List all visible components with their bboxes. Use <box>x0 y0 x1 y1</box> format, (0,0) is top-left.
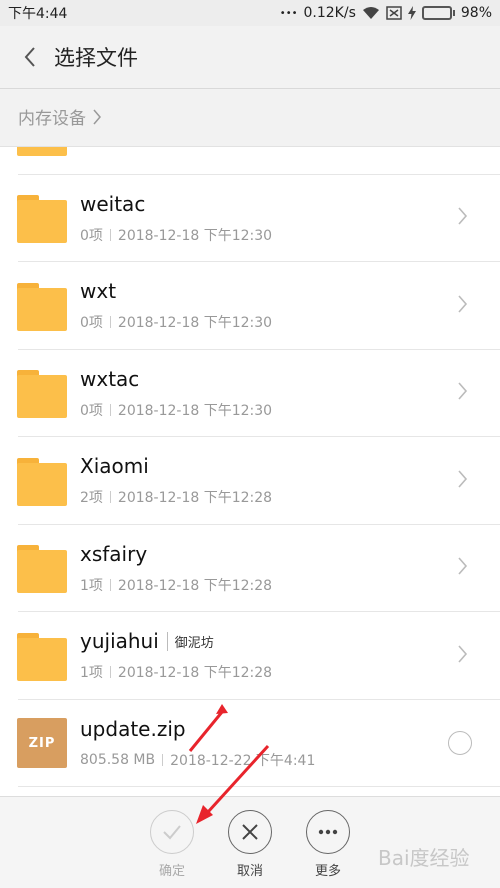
item-count: 1项 <box>80 665 103 682</box>
folder-icon <box>17 368 67 419</box>
item-count: 1项 <box>80 577 103 594</box>
chevron-right-icon <box>457 470 468 492</box>
item-date: 2018-12-18 下午12:30 <box>117 227 273 244</box>
folder-row[interactable]: Xiaomi 2项 2018-12-18 下午12:28 <box>0 437 500 525</box>
confirm-button[interactable]: 确定 <box>149 810 195 888</box>
item-date: 2018-12-18 下午12:30 <box>117 315 273 332</box>
folder-row[interactable]: wxtac 0项 2018-12-18 下午12:30 <box>0 350 500 438</box>
charging-icon <box>407 6 416 20</box>
back-button[interactable] <box>0 26 60 88</box>
status-icons: ••• 0.12K/s 98% <box>280 5 492 21</box>
select-radio[interactable] <box>448 731 472 756</box>
watermark: Bai度经验 <box>378 846 470 870</box>
folder-icon <box>17 456 67 506</box>
item-name: wxtac <box>80 366 140 391</box>
folder-row[interactable]: xsfairy 1项 2018-12-18 下午12:28 <box>0 525 500 613</box>
item-info: wxtac 0项 2018-12-18 下午12:30 <box>80 367 500 420</box>
item-info: yujiahui 御泥坊 1项 2018-12-18 下午12:28 <box>80 629 500 682</box>
item-meta: 0项 2018-12-18 下午12:30 <box>80 312 500 332</box>
folder-icon <box>17 147 67 156</box>
chevron-right-icon <box>457 295 468 317</box>
folder-row[interactable]: weitac 0项 2018-12-18 下午12:30 <box>0 175 500 263</box>
item-meta: 1项 2018-12-18 下午12:28 <box>80 662 500 682</box>
item-name: update.zip <box>80 716 186 741</box>
wifi-icon <box>362 7 379 19</box>
item-name: yujiahui <box>80 629 159 654</box>
back-chevron-icon <box>24 47 35 67</box>
battery-icon <box>421 6 455 20</box>
folder-icon <box>17 193 67 244</box>
status-bar: 下午4:44 ••• 0.12K/s 98% <box>0 0 500 26</box>
item-date: 2018-12-18 下午12:28 <box>117 665 273 682</box>
item-count: 0项 <box>80 402 103 419</box>
item-meta: 2项 2018-12-18 下午12:28 <box>80 487 500 507</box>
folder-tag: 御泥坊 <box>166 631 214 651</box>
cancel-button[interactable]: 取消 <box>227 810 273 888</box>
folder-icon <box>17 543 67 594</box>
chevron-right-icon <box>93 109 101 124</box>
item-meta: 805.58 MB 2018-12-22 下午4:41 <box>80 750 500 770</box>
network-speed: 0.12K/s <box>303 5 356 21</box>
folder-icon <box>17 631 67 681</box>
battery-percent: 98% <box>460 5 492 21</box>
item-count: 805.58 MB <box>80 751 156 768</box>
item-meta: 0项 2018-12-18 下午12:30 <box>80 225 500 245</box>
breadcrumb-label: 内存设备 <box>18 109 86 129</box>
header: 选择文件 <box>0 26 500 88</box>
item-name: xsfairy <box>80 541 148 566</box>
dots-icon: ••• <box>279 7 298 19</box>
item-meta: 1项 2018-12-18 下午12:28 <box>80 575 500 595</box>
item-name: weitac <box>80 191 146 216</box>
item-info: xsfairy 1项 2018-12-18 下午12:28 <box>80 542 500 595</box>
chevron-right-icon <box>457 207 468 229</box>
sim-icon <box>386 6 402 20</box>
close-icon <box>242 824 258 840</box>
cancel-circle <box>228 810 272 854</box>
file-row[interactable]: ZIP update.zip 805.58 MB 2018-12-22 下午4:… <box>0 700 500 788</box>
item-info: weitac 0项 2018-12-18 下午12:30 <box>80 192 500 245</box>
item-date: 2018-12-18 下午12:30 <box>117 402 273 419</box>
cancel-label: 取消 <box>236 864 263 879</box>
item-info: update.zip 805.58 MB 2018-12-22 下午4:41 <box>80 717 500 770</box>
item-date: 2018-12-22 下午4:41 <box>170 752 316 769</box>
item-info: Xiaomi 2项 2018-12-18 下午12:28 <box>80 454 500 507</box>
check-icon <box>163 825 181 840</box>
folder-icon <box>17 281 67 331</box>
confirm-circle <box>150 810 194 854</box>
file-list-items: 0项 2018-12-18 下午12:30 weitac 0项 2018-12-… <box>0 147 500 788</box>
page-title: 选择文件 <box>54 46 138 70</box>
file-list[interactable]: 0项 2018-12-18 下午12:30 weitac 0项 2018-12-… <box>0 146 500 796</box>
folder-row[interactable]: 0项 2018-12-18 下午12:30 <box>0 147 500 175</box>
status-time: 下午4:44 <box>8 6 68 22</box>
more-label: 更多 <box>314 864 341 879</box>
item-count: 2项 <box>80 490 103 507</box>
chevron-right-icon <box>457 557 468 579</box>
folder-row[interactable]: wxt 0项 2018-12-18 下午12:30 <box>0 262 500 350</box>
more-button[interactable]: 更多 <box>305 810 351 888</box>
confirm-label: 确定 <box>158 864 185 879</box>
more-circle <box>306 810 350 854</box>
item-meta: 0项 2018-12-18 下午12:30 <box>80 400 500 420</box>
zip-icon-text: ZIP <box>28 735 56 751</box>
header-divider <box>0 88 500 89</box>
item-date: 2018-12-18 下午12:28 <box>117 490 273 507</box>
more-dots-icon <box>318 829 338 835</box>
zip-file-icon: ZIP <box>17 718 67 769</box>
chevron-right-icon <box>457 645 468 667</box>
item-count: 0项 <box>80 315 103 332</box>
breadcrumb[interactable]: 内存设备 <box>18 104 102 129</box>
item-name: Xiaomi <box>80 454 149 479</box>
item-count: 0项 <box>80 227 103 244</box>
item-date: 2018-12-18 下午12:28 <box>117 577 273 594</box>
folder-row[interactable]: yujiahui 御泥坊 1项 2018-12-18 下午12:28 <box>0 612 500 700</box>
chevron-right-icon <box>457 382 468 404</box>
item-info: wxt 0项 2018-12-18 下午12:30 <box>80 279 500 332</box>
item-name: wxt <box>80 279 117 304</box>
